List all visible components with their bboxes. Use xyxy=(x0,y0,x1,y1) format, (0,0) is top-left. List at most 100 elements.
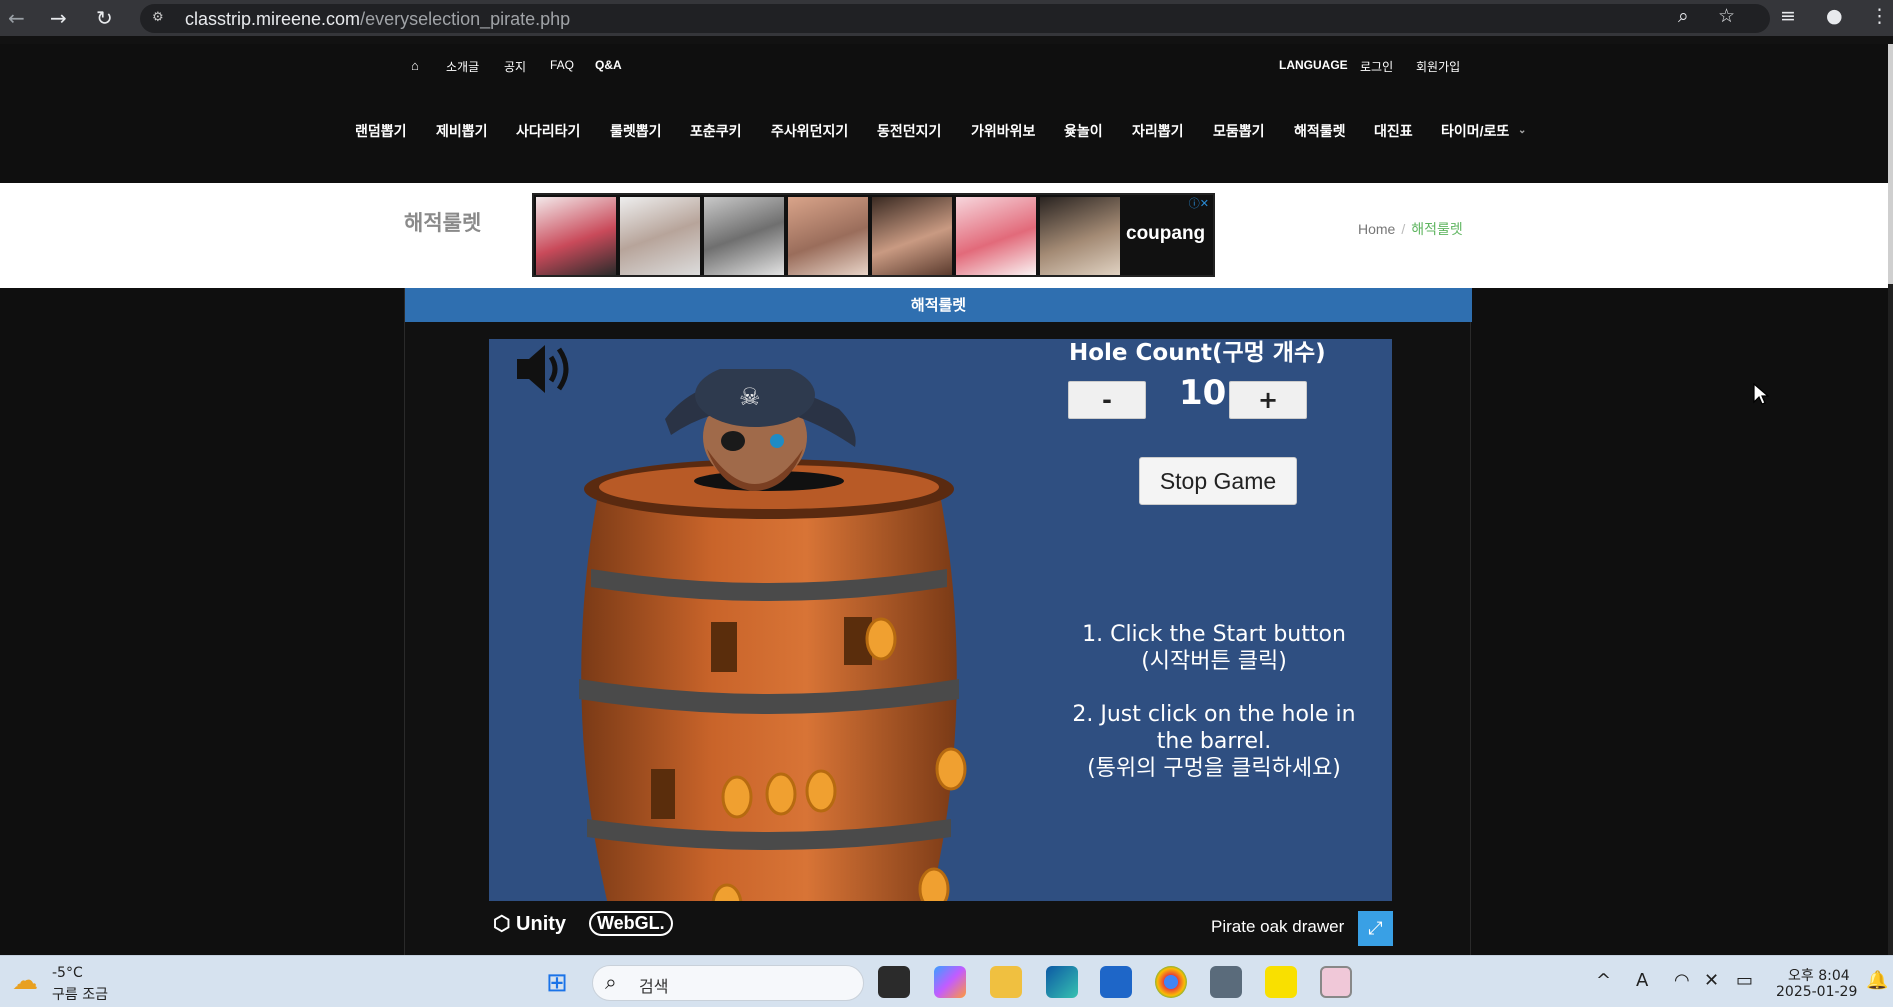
calculator-icon[interactable] xyxy=(1210,966,1242,998)
reload-icon[interactable]: ↻ xyxy=(96,6,113,30)
menu-kebab-icon[interactable]: ⋮ xyxy=(1870,5,1889,27)
profile-icon[interactable]: ● xyxy=(1826,5,1843,27)
site-settings-icon[interactable]: ⚙ xyxy=(152,10,168,26)
unity-footer: ⬡ Unity WebGL. Pirate oak drawer ⤢ xyxy=(489,901,1393,955)
topmenu-faq[interactable]: FAQ xyxy=(550,58,574,72)
svg-text:☠: ☠ xyxy=(739,383,761,411)
kakaotalk-icon[interactable] xyxy=(1265,966,1297,998)
weather-description[interactable]: 구름 조금 xyxy=(52,984,108,1004)
ad-thumbnail[interactable] xyxy=(536,197,616,275)
volume-muted-icon[interactable]: ✕ xyxy=(1704,970,1719,991)
content-box: 해적룰렛 ☠ Hole Count(구멍 개수) - 10 + Stop Gam… xyxy=(404,288,1472,955)
breadcrumb: Home / 해적룰렛 xyxy=(1358,219,1463,239)
url-path: /everyselection_pirate.php xyxy=(360,9,571,29)
stop-game-button[interactable]: Stop Game xyxy=(1139,457,1297,505)
ad-thumbnail[interactable] xyxy=(956,197,1036,275)
menu-bracket[interactable]: 대진표 xyxy=(1374,121,1413,141)
page-scrollbar[interactable] xyxy=(1888,44,1893,955)
page-title: 해적룰렛 xyxy=(404,211,482,235)
mouse-cursor-icon xyxy=(1753,383,1769,405)
ime-icon[interactable]: A xyxy=(1636,970,1648,991)
instruction-2-line-2: the barrel. xyxy=(1156,729,1272,754)
menu-fortune[interactable]: 포춘쿠키 xyxy=(690,121,742,141)
menu-random[interactable]: 랜덤뽑기 xyxy=(355,121,407,141)
taskbar-search[interactable]: ⌕ 검색 xyxy=(592,965,864,1001)
search-label: 검색 xyxy=(639,977,669,996)
product-name: Pirate oak drawer xyxy=(1211,917,1345,936)
topmenu-signup[interactable]: 회원가입 xyxy=(1416,58,1460,75)
hole-count-title: Hole Count(구멍 개수) xyxy=(1069,340,1326,366)
chevron-down-icon: ⌄ xyxy=(1518,125,1527,136)
topmenu-intro[interactable]: 소개글 xyxy=(446,58,479,75)
instruction-2-line-1: 2. Just click on the hole in xyxy=(1072,702,1356,727)
ad-banner[interactable]: coupang ⓘ✕ xyxy=(532,193,1215,277)
menu-timer[interactable]: 타이머/로또 xyxy=(1441,121,1509,141)
unity-game-canvas[interactable]: ☠ Hole Count(구멍 개수) - 10 + Stop Game 1. … xyxy=(489,339,1392,901)
instruction-1-line-2: (시작버튼 클릭) xyxy=(1141,649,1287,674)
ad-thumbnail[interactable] xyxy=(620,197,700,275)
zoom-icon[interactable]: ⌕ xyxy=(1678,5,1689,27)
topmenu-qna[interactable]: Q&A xyxy=(595,58,622,72)
forward-icon[interactable]: → xyxy=(50,6,67,30)
unity-label: Unity xyxy=(516,913,567,935)
edge-browser-icon[interactable] xyxy=(1046,966,1078,998)
browser-toolbar: ← → ↻ ⚙ classtrip.mireene.com/everyselec… xyxy=(0,0,1893,36)
hole-count-minus-button[interactable]: - xyxy=(1068,381,1146,419)
battery-icon[interactable]: ▭ xyxy=(1736,970,1753,991)
menu-lottery[interactable]: 제비뽑기 xyxy=(436,121,488,141)
home-icon[interactable]: ⌂ xyxy=(411,58,419,73)
instruction-2-line-3: (통위의 구멍을 클릭하세요) xyxy=(1087,756,1341,781)
address-bar[interactable]: ⚙ classtrip.mireene.com/everyselection_p… xyxy=(140,4,1770,33)
breadcrumb-current: 해적룰렛 xyxy=(1411,221,1463,237)
unity-cube-icon: ⬡ xyxy=(493,913,511,935)
weather-icon[interactable]: ☁ xyxy=(12,966,38,996)
webgl-logo: WebGL. xyxy=(589,911,673,936)
chevron-up-icon[interactable]: ^ xyxy=(1596,970,1611,991)
topmenu-notice[interactable]: 공지 xyxy=(504,58,526,75)
menu-dice[interactable]: 주사위던지기 xyxy=(771,121,848,141)
hole-count-plus-button[interactable]: + xyxy=(1229,381,1307,419)
wifi-icon[interactable]: ◠ xyxy=(1674,970,1690,991)
scrollbar-thumb[interactable] xyxy=(1888,44,1893,284)
menu-seat[interactable]: 자리뽑기 xyxy=(1132,121,1184,141)
content-box-title: 해적룰렛 xyxy=(405,288,1472,322)
back-icon[interactable]: ← xyxy=(8,6,25,30)
breadcrumb-home[interactable]: Home xyxy=(1358,221,1395,237)
media-control-icon[interactable]: ≡ xyxy=(1780,5,1796,27)
menu-coin[interactable]: 동전던지기 xyxy=(877,121,941,141)
file-explorer-icon[interactable] xyxy=(990,966,1022,998)
url-text: classtrip.mireene.com/everyselection_pir… xyxy=(185,9,570,30)
menu-group[interactable]: 모둠뽑기 xyxy=(1213,121,1265,141)
copilot-icon[interactable] xyxy=(934,966,966,998)
notification-bell-icon[interactable]: 🔔 xyxy=(1866,970,1888,991)
clock-date[interactable]: 2025-01-29 xyxy=(1776,984,1857,1000)
fullscreen-icon[interactable]: ⤢ xyxy=(1358,911,1393,946)
ad-thumbnail[interactable] xyxy=(1040,197,1120,275)
bookmark-star-icon[interactable]: ☆ xyxy=(1718,5,1735,27)
ad-thumbnail[interactable] xyxy=(872,197,952,275)
ms-store-icon[interactable] xyxy=(1100,966,1132,998)
snipping-tool-icon[interactable] xyxy=(1320,966,1352,998)
pirate-barrel[interactable]: ☠ xyxy=(559,369,979,901)
breadcrumb-separator: / xyxy=(1401,221,1406,237)
ad-brand-logo[interactable]: coupang xyxy=(1126,223,1205,245)
unity-logo: ⬡ Unity xyxy=(493,911,566,936)
title-band: 해적룰렛 coupang ⓘ✕ Home / 해적룰렛 xyxy=(0,183,1888,288)
weather-temperature[interactable]: -5°C xyxy=(52,965,83,981)
topmenu-language[interactable]: LANGUAGE xyxy=(1279,58,1348,72)
menu-yut[interactable]: 윷놀이 xyxy=(1064,121,1103,141)
menu-pirate[interactable]: 해적룰렛 xyxy=(1294,121,1346,141)
menu-ladder[interactable]: 사다리타기 xyxy=(516,121,580,141)
menu-rps[interactable]: 가위바위보 xyxy=(971,121,1035,141)
ad-thumbnail[interactable] xyxy=(788,197,868,275)
clock-time[interactable]: 오후 8:04 xyxy=(1788,965,1850,985)
instruction-1-line-1: 1. Click the Start button xyxy=(1082,622,1346,647)
menu-roulette[interactable]: 룰렛뽑기 xyxy=(610,121,662,141)
chrome-icon[interactable] xyxy=(1155,966,1187,998)
ad-close-icon[interactable]: ⓘ✕ xyxy=(1189,195,1209,211)
windows-start-icon[interactable]: ⊞ xyxy=(546,968,568,998)
task-view-icon[interactable] xyxy=(878,966,910,998)
topmenu-login[interactable]: 로그인 xyxy=(1360,58,1393,75)
url-host: classtrip.mireene.com xyxy=(185,9,361,29)
ad-thumbnail[interactable] xyxy=(704,197,784,275)
